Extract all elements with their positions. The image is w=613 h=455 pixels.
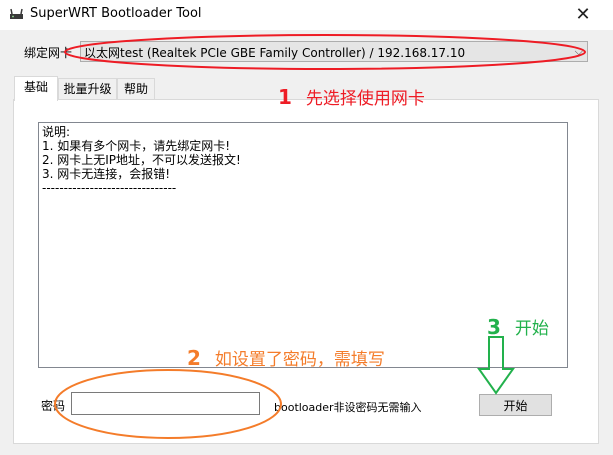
nic-select-value: 以太网test (Realtek PCIe GBE Family Control… <box>84 46 466 60</box>
start-button[interactable]: 开始 <box>479 394 552 416</box>
password-input[interactable] <box>71 392 260 415</box>
annotation-3: 3 开始 <box>487 315 549 339</box>
annotation-2: 2 如设置了密码，需填写 <box>187 346 385 370</box>
router-icon <box>10 8 23 19</box>
title-bar: SuperWRT Bootloader Tool ✕ <box>0 0 613 30</box>
annotation-1: 1 先选择使用网卡 <box>278 85 425 109</box>
nic-select[interactable]: 以太网test (Realtek PCIe GBE Family Control… <box>80 41 588 62</box>
tab-basic[interactable]: 基础 <box>14 76 58 101</box>
close-icon: ✕ <box>575 4 591 25</box>
window-title: SuperWRT Bootloader Tool <box>30 6 202 21</box>
tab-help[interactable]: 帮助 <box>117 78 155 100</box>
password-label: 密码 <box>41 399 66 413</box>
close-button[interactable]: ✕ <box>560 2 606 28</box>
password-hint: bootloader非设密码无需输入 <box>274 401 422 414</box>
nic-label: 绑定网卡 <box>24 46 73 60</box>
chevron-down-icon: ⌵ <box>574 45 583 58</box>
tab-batch-upgrade[interactable]: 批量升级 <box>58 78 117 100</box>
